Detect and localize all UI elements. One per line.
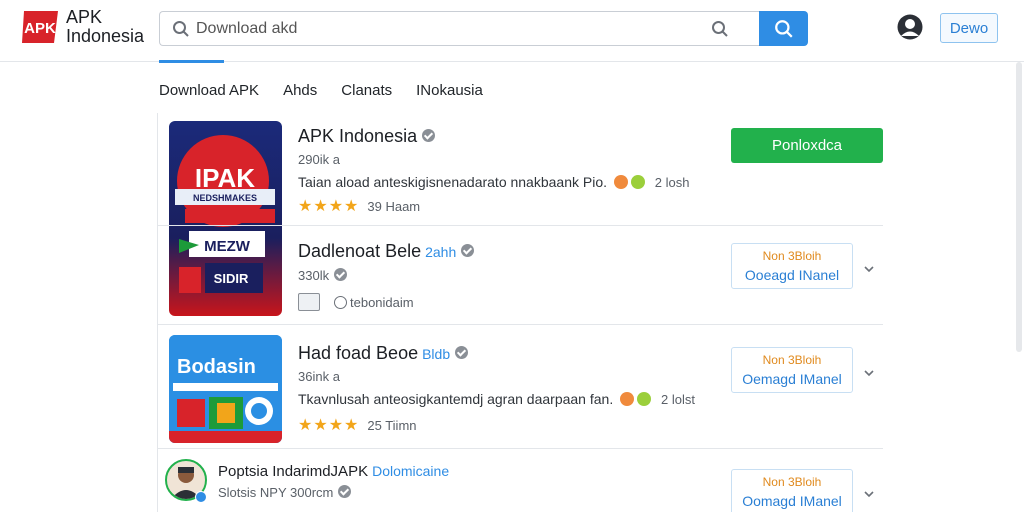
app-meta-text: tebonidaim xyxy=(350,294,414,310)
app-title[interactable]: Poptsia IndarimdJAPK Dolomicaine xyxy=(218,463,449,480)
scrollbar[interactable] xyxy=(1016,62,1022,352)
verified-icon xyxy=(422,128,436,142)
app-meta: tebonidaim xyxy=(298,293,414,311)
star-icons: ★★★★ xyxy=(298,198,360,215)
download-option-line1: Non 3Bloih xyxy=(762,249,822,263)
app-tag: 2ahh xyxy=(425,244,457,260)
logo-text: APK Indonesia xyxy=(66,8,144,46)
logo[interactable]: APK APK Indonesia xyxy=(20,7,144,47)
chevron-down-icon[interactable] xyxy=(863,487,875,499)
rating-text: 39 Haam xyxy=(367,199,421,214)
app-size: 36ink a xyxy=(298,369,340,384)
app-tag: Dolomicaine xyxy=(372,463,450,479)
verified-icon xyxy=(461,243,475,257)
nav-item-ahds[interactable]: Ahds xyxy=(283,80,317,102)
verified-icon xyxy=(455,345,469,359)
nav-item-download-apk[interactable]: Download APK xyxy=(159,80,259,102)
app-rating: ★★★★ 39 Haam xyxy=(298,196,420,216)
download-option-line2: Ooeagd INanel xyxy=(744,267,840,283)
image-icon xyxy=(298,293,320,311)
smile-emoji-icon xyxy=(637,392,652,407)
smile-emoji-icon xyxy=(630,175,645,190)
app-description-count: 2 losh xyxy=(654,175,690,190)
header: APK APK Indonesia Dewo xyxy=(0,0,1024,63)
download-option-line1: Non 3Bloih xyxy=(762,475,822,489)
verified-icon xyxy=(334,268,348,282)
angry-emoji-icon xyxy=(613,175,628,190)
app-row: APK Indonesia 290ik a Taian aload antesk… xyxy=(158,113,883,226)
nav-item-clanats[interactable]: Clanats xyxy=(341,80,392,102)
active-tab-indicator xyxy=(159,60,224,63)
search-icon xyxy=(172,20,190,38)
app-row: Bodasin Had foad Beoe Bldb 36ink a Tkavnl… xyxy=(158,325,883,449)
app-description: Taian aload anteskigisnenadarato nnakbaa… xyxy=(298,174,690,190)
chevron-down-icon[interactable] xyxy=(863,262,875,274)
download-option-line1: Non 3Bloih xyxy=(762,353,822,367)
rating-text: 25 Tiimn xyxy=(367,418,417,433)
nav-item-inokausia[interactable]: INokausia xyxy=(416,80,483,102)
app-title-text: Had foad Beoe xyxy=(298,343,419,363)
search-input[interactable] xyxy=(196,19,696,38)
app-size: 290ik a xyxy=(298,152,340,167)
logo-line2: Indonesia xyxy=(66,26,145,46)
app-list: IPAK NEDSHMAKES MEZW SIDIR APK Indonesia… xyxy=(157,113,883,512)
app-title-text: Poptsia IndarimdJAPK xyxy=(218,463,369,480)
app-title-text: APK Indonesia xyxy=(298,126,418,146)
app-size-text: Slotsis NPY 300rcm xyxy=(218,485,334,500)
chevron-down-icon[interactable] xyxy=(863,366,875,378)
app-row: Dadlenoat Bele 2ahh 330lk tebonidaim Non … xyxy=(158,226,883,325)
search-button[interactable] xyxy=(759,11,808,46)
app-thumbnail[interactable]: Bodasin xyxy=(169,335,282,443)
app-title-text: Dadlenoat Bele xyxy=(298,241,422,261)
search-icon xyxy=(774,19,794,39)
page: APK APK Indonesia Dewo xyxy=(0,0,1024,512)
user-avatar-icon[interactable] xyxy=(897,14,923,40)
logo-line1: APK xyxy=(66,7,103,27)
app-description-text: Taian aload anteskigisnenadarato nnakbaa… xyxy=(298,174,608,190)
app-tag: Bldb xyxy=(422,346,451,362)
verified-badge-icon xyxy=(195,491,207,503)
download-option-button[interactable]: Non 3Bloih Oemagd IManel xyxy=(731,347,853,393)
clock-icon xyxy=(334,295,347,309)
download-option-button[interactable]: Non 3Bloih Ooeagd INanel xyxy=(731,243,853,289)
app-row: Poptsia IndarimdJAPK Dolomicaine Slotsis … xyxy=(158,449,883,512)
verified-icon xyxy=(338,485,352,499)
thumb-text: Bodasin xyxy=(177,356,256,378)
angry-emoji-icon xyxy=(620,392,635,407)
app-size: 330lk xyxy=(298,268,348,283)
search-icon-inner[interactable] xyxy=(711,20,729,38)
download-option-line2: Oomagd IManel xyxy=(742,493,842,509)
app-size: Slotsis NPY 300rcm xyxy=(218,485,352,500)
download-option-button[interactable]: Non 3Bloih Oomagd IManel xyxy=(731,469,853,512)
app-size-text: 330lk xyxy=(298,268,330,283)
download-button[interactable]: Ponloxdca xyxy=(731,128,883,163)
app-description: Tkavnlusah anteosigkantemdj agran daarpa… xyxy=(298,391,695,407)
nav-tabs: Download APK Ahds Clanats INokausia xyxy=(159,80,507,102)
app-title[interactable]: APK Indonesia xyxy=(298,126,436,147)
app-description-count: 2 lolst xyxy=(661,392,695,407)
app-title[interactable]: Dadlenoat Bele 2ahh xyxy=(298,241,475,262)
app-title[interactable]: Had foad Beoe Bldb xyxy=(298,343,469,364)
logo-mark-icon: APK xyxy=(20,7,62,47)
logo-mark-text: APK xyxy=(24,20,56,37)
app-description-text: Tkavnlusah anteosigkantemdj agran daarpa… xyxy=(298,391,614,407)
download-option-line2: Oemagd IManel xyxy=(742,371,842,387)
app-rating: ★★★★ 25 Tiimn xyxy=(298,415,417,435)
new-button[interactable]: Dewo xyxy=(940,13,998,43)
star-icons: ★★★★ xyxy=(298,417,360,434)
search-box[interactable] xyxy=(159,11,759,46)
